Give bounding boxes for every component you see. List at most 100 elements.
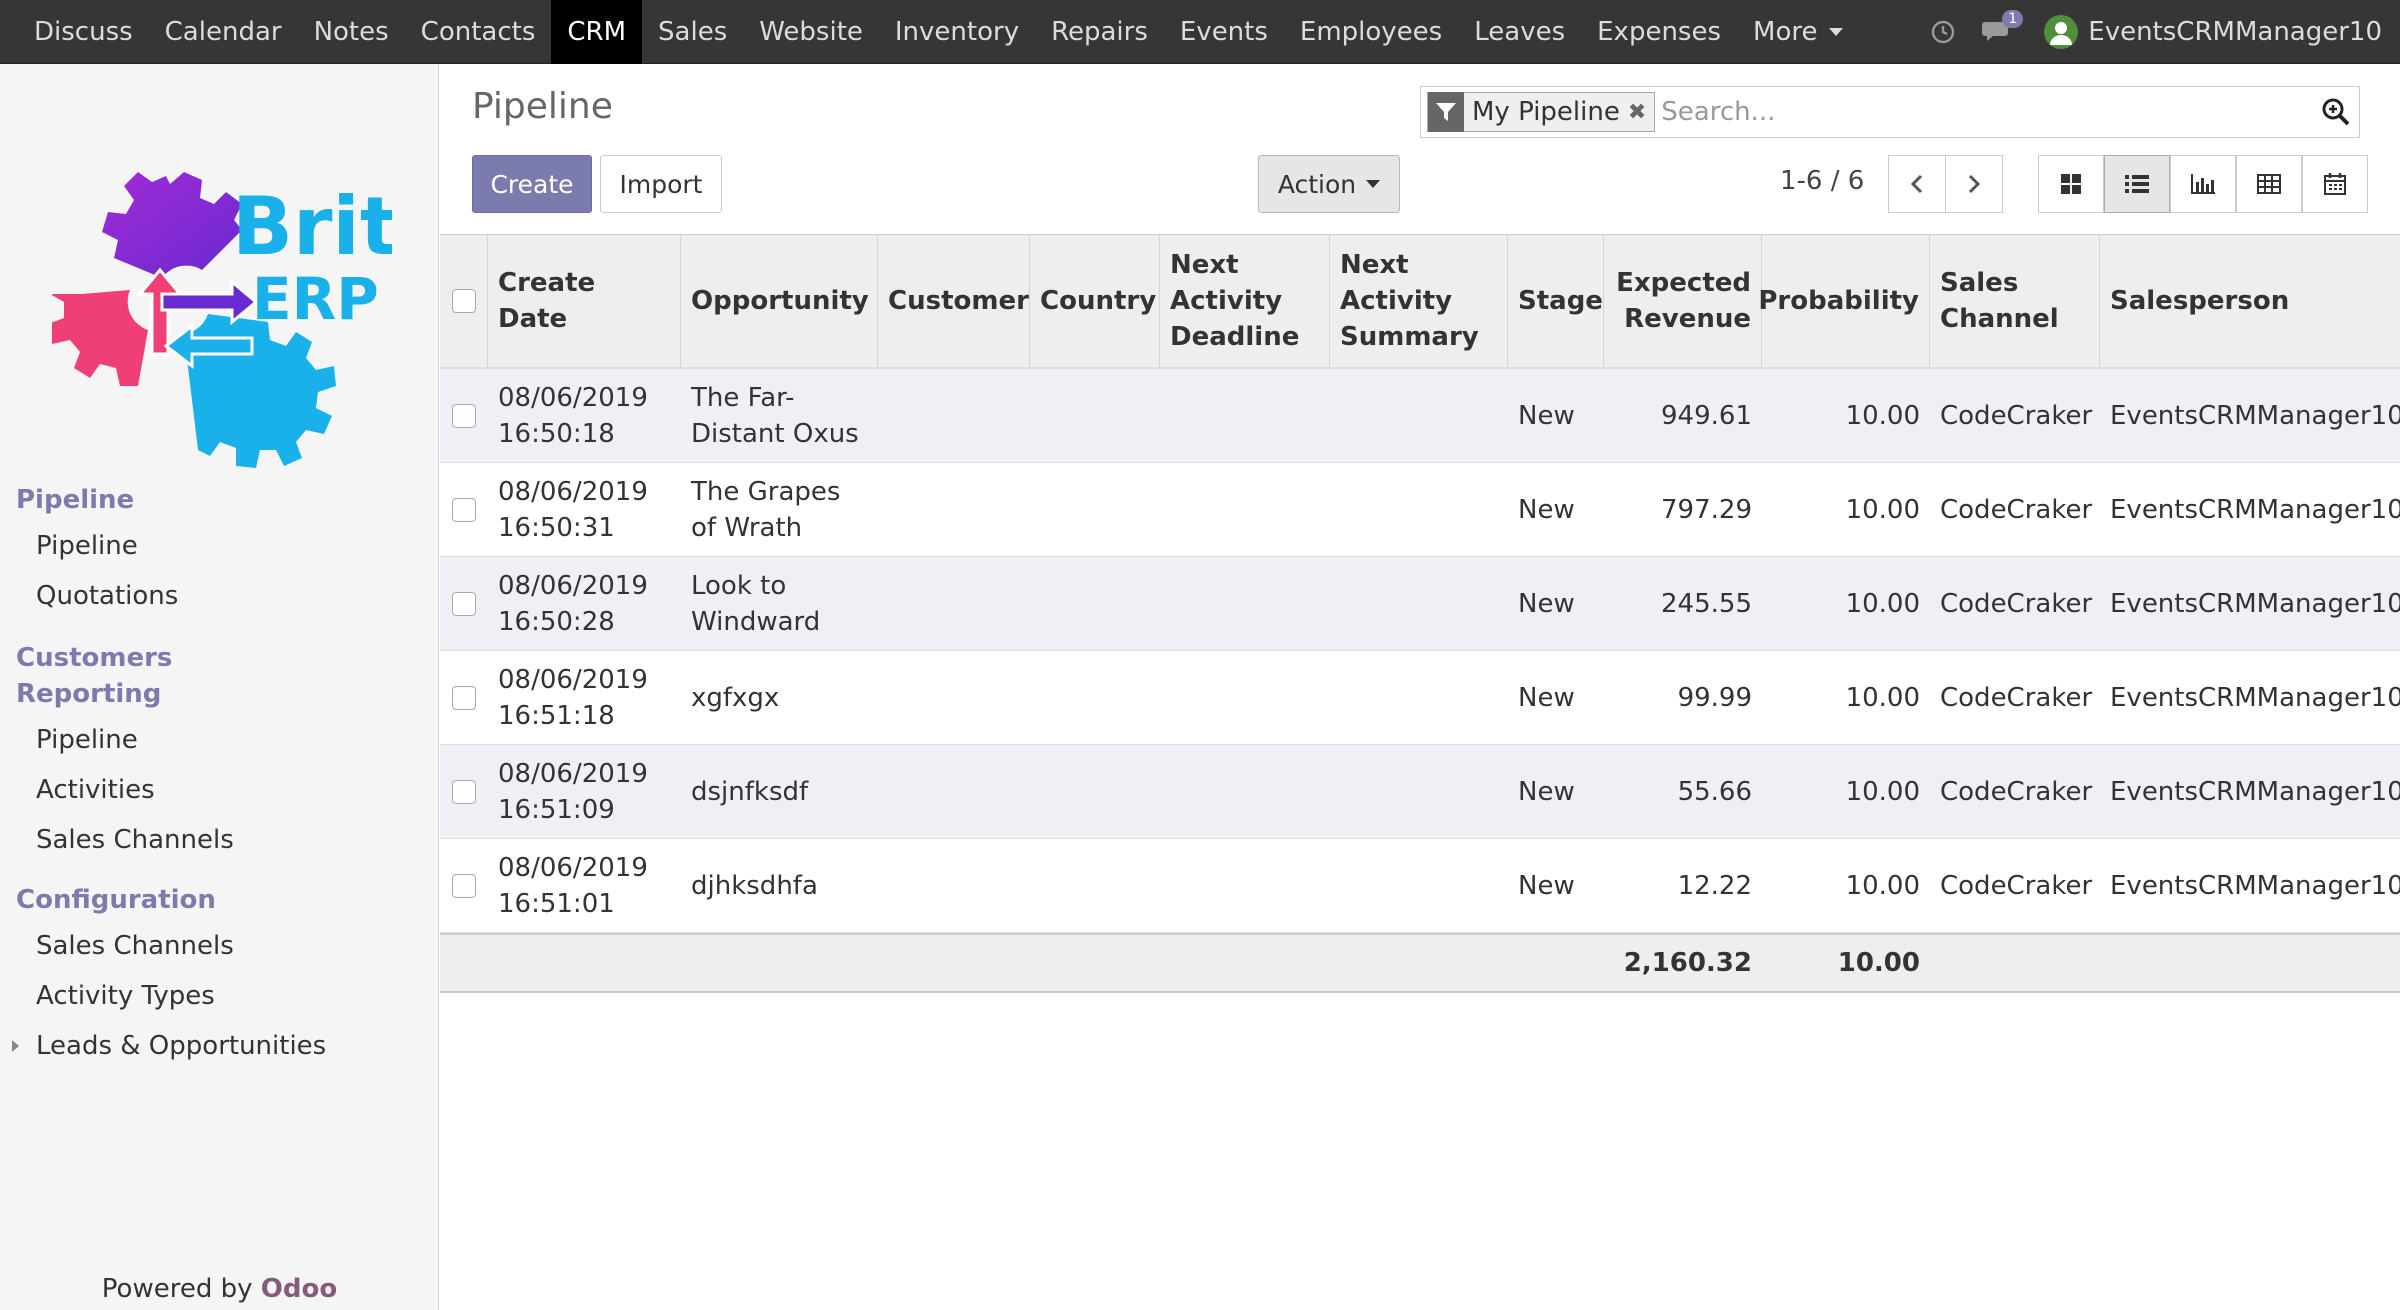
stage-cell: New: [1518, 494, 1575, 525]
top-menu-employees[interactable]: Employees: [1284, 0, 1458, 64]
list-view-button[interactable]: [2104, 155, 2170, 213]
search-icon[interactable]: [2313, 89, 2359, 135]
sec-title-pipeline[interactable]: Pipeline: [0, 482, 439, 518]
table-row[interactable]: 08/06/2019 16:51:01 djhksdhfa New 12.22 10.00…: [440, 839, 2400, 933]
search-input[interactable]: [1655, 89, 2313, 135]
import-button[interactable]: Import: [600, 155, 722, 213]
create-time: 16:50:31: [498, 512, 615, 543]
country-cell: [1030, 369, 1160, 462]
sidebar: Brite ERP Pipeline Pipeline Quotations C…: [0, 64, 439, 1310]
create-date-cell: 08/06/2019 16:51:01: [488, 839, 681, 932]
action-dropdown[interactable]: Action: [1258, 155, 1400, 213]
opportunity-cell: The Far-Distant Oxus: [691, 382, 859, 449]
salesperson-cell: EventsCRMManager10: [2110, 400, 2400, 431]
table-row[interactable]: 08/06/2019 16:50:28 Look to Windward New 245…: [440, 557, 2400, 651]
row-checkbox[interactable]: [452, 403, 476, 428]
col-probability[interactable]: Probability: [1758, 235, 1930, 367]
messages-icon[interactable]: 1: [1982, 10, 2024, 46]
nav-item-activity-types[interactable]: Activity Types: [0, 971, 439, 1021]
table-row[interactable]: 08/06/2019 16:50:31 The Grapes of Wrath New…: [440, 463, 2400, 557]
col-next-activity-summary[interactable]: Next Activity Summary: [1330, 235, 1508, 367]
table-body: 08/06/2019 16:50:18 The Far-Distant Oxus Ne…: [440, 369, 2400, 933]
top-menu-more[interactable]: More: [1737, 0, 1859, 64]
nav-item-pipeline[interactable]: Pipeline: [0, 521, 439, 571]
col-next-activity-deadline[interactable]: Next Activity Deadline: [1160, 235, 1330, 367]
create-date-cell: 08/06/2019 16:51:18: [488, 651, 681, 744]
table-row[interactable]: 08/06/2019 16:50:18 The Far-Distant Oxus Ne…: [440, 369, 2400, 463]
user-menu[interactable]: EventsCRMManager10: [2044, 15, 2382, 49]
top-menu-crm[interactable]: CRM: [551, 0, 643, 64]
stage-cell: New: [1518, 588, 1575, 619]
col-sales-channel[interactable]: Sales Channel: [1930, 235, 2100, 367]
table-row[interactable]: 08/06/2019 16:51:09 dsjnfksdf New 55.66 10.00…: [440, 745, 2400, 839]
odoo-link[interactable]: Odoo: [261, 1274, 337, 1304]
pager-previous-button[interactable]: [1888, 155, 1946, 213]
graph-view-button[interactable]: [2170, 155, 2236, 213]
top-menu-discuss[interactable]: Discuss: [18, 0, 149, 64]
top-menu-expenses[interactable]: Expenses: [1581, 0, 1737, 64]
breadcrumb: Pipeline: [472, 86, 613, 127]
nav-item-reporting-sales-channels[interactable]: Sales Channels: [0, 815, 439, 865]
nav-item-config-sales-channels[interactable]: Sales Channels: [0, 921, 439, 971]
country-cell: [1030, 463, 1160, 556]
top-menu-sales[interactable]: Sales: [642, 0, 743, 64]
col-salesperson[interactable]: Salesperson: [2100, 235, 2400, 367]
facet-remove-icon[interactable]: ✖: [1628, 100, 1654, 125]
nav-item-quotations[interactable]: Quotations: [0, 571, 439, 621]
messages-badge: 1: [2002, 10, 2024, 28]
col-customer[interactable]: Customer: [878, 235, 1030, 367]
select-all-checkbox[interactable]: [451, 289, 476, 313]
sales-channel-cell: CodeCraker: [1940, 776, 2093, 807]
top-menu-website[interactable]: Website: [743, 0, 879, 64]
row-checkbox[interactable]: [452, 591, 476, 616]
col-stage[interactable]: Stage: [1508, 235, 1604, 367]
top-menu-contacts[interactable]: Contacts: [405, 0, 552, 64]
pager-next-button[interactable]: [1945, 155, 2003, 213]
col-create-date[interactable]: Create Date: [488, 235, 681, 367]
chevron-down-icon: [1829, 28, 1844, 36]
row-checkbox[interactable]: [452, 779, 476, 804]
sec-title-customers[interactable]: Customers: [0, 640, 439, 676]
nav-item-leads-opportunities[interactable]: Leads & Opportunities: [0, 1021, 439, 1071]
nav-item-reporting-pipeline[interactable]: Pipeline: [0, 715, 439, 765]
calendar-view-button[interactable]: [2302, 155, 2368, 213]
nav-section-reporting: Reporting Pipeline Activities Sales Chan…: [0, 676, 439, 865]
top-menu-repairs[interactable]: Repairs: [1035, 0, 1164, 64]
total-probability: 10.00: [1837, 948, 1920, 978]
activity-clock-icon[interactable]: [1930, 19, 1956, 45]
row-select-cell: [440, 463, 488, 556]
kanban-view-button[interactable]: [2038, 155, 2104, 213]
create-date: 08/06/2019: [498, 664, 648, 695]
table-row[interactable]: 08/06/2019 16:51:18 xgfxgx New 99.99 10.00 Cod…: [440, 651, 2400, 745]
row-checkbox[interactable]: [452, 497, 476, 522]
top-menu-events[interactable]: Events: [1164, 0, 1284, 64]
col-opportunity[interactable]: Opportunity: [681, 235, 878, 367]
row-select-cell: [440, 651, 488, 744]
total-expected-revenue: 2,160.32: [1623, 948, 1752, 978]
row-checkbox[interactable]: [452, 685, 476, 710]
top-menu-inventory[interactable]: Inventory: [879, 0, 1035, 64]
top-menu-notes[interactable]: Notes: [298, 0, 405, 64]
row-checkbox[interactable]: [452, 873, 476, 898]
table-footer-totals: 2,160.32 10.00: [440, 933, 2400, 993]
top-menu-calendar[interactable]: Calendar: [149, 0, 298, 64]
sec-title-configuration[interactable]: Configuration: [0, 882, 439, 918]
nav-section-customers: Customers: [0, 640, 439, 676]
sec-title-reporting[interactable]: Reporting: [0, 676, 439, 712]
customer-cell: [878, 369, 1030, 462]
deadline-cell: [1160, 745, 1330, 838]
create-date: 08/06/2019: [498, 758, 648, 789]
col-country[interactable]: Country: [1030, 235, 1160, 367]
powered-by-label: Powered by: [101, 1274, 253, 1304]
nav-item-activities[interactable]: Activities: [0, 765, 439, 815]
kanban-icon: [2061, 174, 2081, 194]
create-button[interactable]: Create: [472, 155, 592, 213]
col-expected-revenue[interactable]: Expected Revenue: [1604, 235, 1762, 367]
top-menu-leaves[interactable]: Leaves: [1458, 0, 1581, 64]
pivot-view-button[interactable]: [2236, 155, 2302, 213]
create-time: 16:51:09: [498, 794, 615, 825]
customer-cell: [878, 839, 1030, 932]
sales-channel-cell: CodeCraker: [1940, 682, 2093, 713]
chevron-down-icon: [1366, 180, 1381, 188]
expected-revenue-cell: 12.22: [1677, 870, 1752, 901]
